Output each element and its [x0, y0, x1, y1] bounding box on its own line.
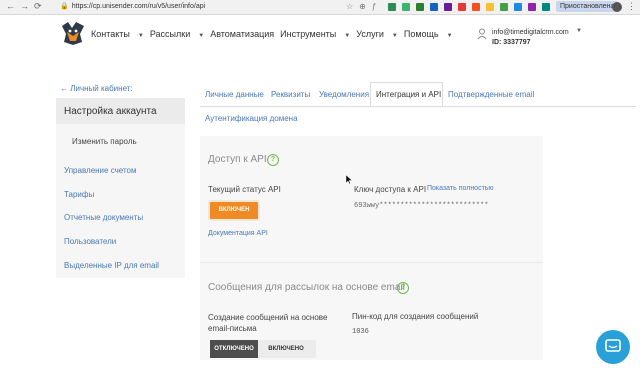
- sidebar-item-billing[interactable]: Управление счетом: [64, 166, 136, 175]
- pin-label: Пин-код для создания сообщений: [352, 312, 479, 321]
- api-docs-link[interactable]: Документация API: [208, 230, 268, 237]
- tab-requisites[interactable]: Реквизиты: [271, 90, 310, 99]
- nav-item-4[interactable]: Услуги: [356, 29, 384, 39]
- sidebar-item-dedicated-ip[interactable]: Выделенные IP для email: [64, 261, 159, 270]
- extension-icon[interactable]: [486, 3, 494, 11]
- account-email: info@timedigitalcrm.com: [492, 29, 569, 36]
- chevron-down-icon[interactable]: ▼: [447, 33, 453, 39]
- chevron-down-icon[interactable]: ▼: [344, 33, 350, 39]
- lock-icon: 🔒: [60, 3, 69, 10]
- nav-item-3[interactable]: Инструменты: [280, 29, 336, 39]
- chevron-down-icon[interactable]: ▼: [576, 28, 582, 34]
- back-to-cabinet-link[interactable]: ← Личный кабинет:: [60, 84, 133, 93]
- api-key-value: 693wwy**************************: [354, 202, 489, 210]
- tab-notifications[interactable]: Уведомления: [319, 90, 369, 99]
- chevron-down-icon[interactable]: ▼: [198, 33, 204, 39]
- extension-icon[interactable]: [430, 3, 438, 11]
- tabs-divider: [200, 106, 636, 107]
- help-icon[interactable]: ?: [397, 282, 409, 294]
- extension-icon[interactable]: [514, 3, 522, 11]
- nav-item-2[interactable]: Автоматизация: [210, 29, 274, 39]
- nav-item-1[interactable]: Рассылки: [150, 29, 190, 39]
- user-icon: [477, 28, 487, 40]
- toggle-on-option[interactable]: ВКЛЮЧЕНО: [262, 340, 310, 358]
- nav-item-0[interactable]: Контакты: [91, 29, 130, 39]
- sidebar-item-users[interactable]: Пользователи: [64, 237, 116, 246]
- help-icon[interactable]: ?: [267, 154, 279, 166]
- sidebar-title: Настройка аккаунта: [64, 106, 157, 117]
- sidebar-item-change-password[interactable]: Изменить пароль: [56, 124, 185, 158]
- tab-domain-auth[interactable]: Аутентификация домена: [205, 114, 298, 123]
- extension-icon[interactable]: [388, 3, 396, 11]
- extension-icon[interactable]: [402, 3, 410, 11]
- account-info[interactable]: info@timedigitalcrm.com ID: 3337797: [492, 28, 569, 48]
- main-menu: Контакты ▼ Рассылки ▼ Автоматизация Инструмен…: [91, 29, 459, 39]
- api-status-button[interactable]: ВКЛЮЧЕН: [210, 202, 258, 219]
- nav-item-5[interactable]: Помощь: [404, 29, 439, 39]
- browser-toolbar: ←→⟳ 🔒 https://cp.unisender.com/ru/v5/user…: [0, 0, 640, 15]
- browser-nav-buttons[interactable]: ←→⟳: [6, 1, 47, 12]
- api-section-title: Доступ к API: [208, 154, 267, 165]
- toggle-off-option[interactable]: ОТКЛЮЧЕНО: [210, 340, 258, 358]
- extension-icon[interactable]: [444, 3, 452, 11]
- tab-personal-data[interactable]: Личные данные: [205, 90, 264, 99]
- api-key-label: Ключ доступа к API: [354, 185, 427, 194]
- section-divider: [200, 262, 543, 263]
- sidebar-item-reports[interactable]: Отчетные документы: [64, 213, 143, 222]
- tab-integration-api[interactable]: Интеграция и API: [376, 90, 441, 99]
- messages-section-title: Сообщения для рассылок на основе email: [208, 282, 405, 293]
- extension-icon[interactable]: [528, 3, 536, 11]
- api-status-label: Текущий статус API: [208, 185, 281, 194]
- address-bar[interactable]: 🔒 https://cp.unisender.com/ru/v5/user/inf…: [60, 2, 360, 12]
- show-key-link[interactable]: Показать полностью: [427, 185, 494, 192]
- account-id: ID: 3337797: [492, 39, 531, 46]
- pin-value: 1036: [352, 328, 369, 336]
- sidebar-item-tariffs[interactable]: Тарифы: [64, 190, 94, 199]
- unisender-logo[interactable]: [60, 20, 86, 46]
- extension-icon[interactable]: [416, 3, 424, 11]
- extension-icon[interactable]: [542, 3, 550, 11]
- extension-icon[interactable]: [458, 3, 466, 11]
- address-bar-url: https://cp.unisender.com/ru/v5/user/info…: [71, 3, 206, 10]
- mouse-cursor-icon: [346, 175, 352, 184]
- profile-avatar[interactable]: [612, 2, 622, 12]
- extension-icon[interactable]: [472, 3, 480, 11]
- chat-widget-button[interactable]: [596, 330, 630, 364]
- extension-icon[interactable]: [500, 3, 508, 11]
- tab-confirmed-email[interactable]: Подтвержденные email: [448, 90, 534, 99]
- extension-icons[interactable]: ☆⊕ƒ: [346, 2, 382, 11]
- sync-paused-badge[interactable]: Приостановлена: [556, 1, 619, 12]
- menu-kebab-icon[interactable]: ⋮: [627, 1, 636, 12]
- create-messages-label: Создание сообщений на основе email-письм…: [208, 313, 328, 333]
- sidebar-item-label: Изменить пароль: [72, 137, 137, 146]
- chevron-down-icon[interactable]: ▼: [392, 33, 398, 39]
- chat-icon: [605, 339, 621, 352]
- chevron-down-icon[interactable]: ▼: [138, 33, 144, 39]
